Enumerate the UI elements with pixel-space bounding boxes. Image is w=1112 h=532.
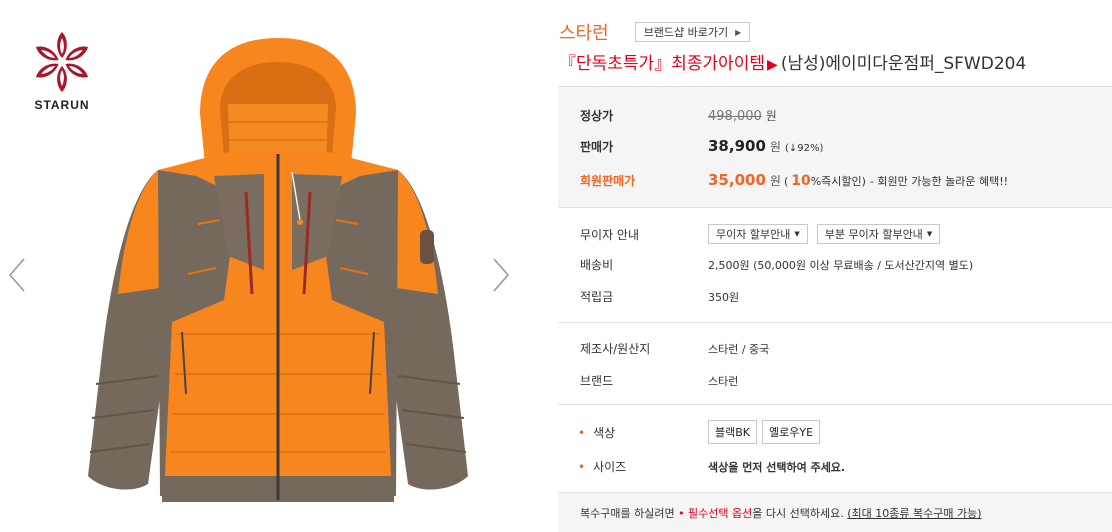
origin-label: 제조사/원산지 bbox=[580, 342, 651, 356]
sale-price-value: 38,900 bbox=[708, 137, 766, 155]
multi-purchase-text: 복수구매를 하실려면 • 필수선택 옵션을 다시 선택하세요. (최대 10종류… bbox=[580, 505, 982, 521]
currency-label: 원 bbox=[765, 109, 777, 123]
currency-label: 원 bbox=[769, 140, 781, 154]
product-title-promo: 『단독초특가』최종가아이템 bbox=[559, 54, 766, 74]
brand-row: 스타런 브랜드샵 바로가기 ▶ bbox=[559, 19, 751, 45]
sale-price-row: 판매가 38,900 원 (↓92%) bbox=[580, 137, 823, 155]
multi-purchase-notice: 복수구매를 하실려면 • 필수선택 옵션을 다시 선택하세요. (최대 10종류… bbox=[558, 492, 1112, 532]
sale-price-label: 판매가 bbox=[580, 140, 614, 154]
member-discount-open: ( bbox=[783, 175, 789, 188]
member-price-label: 회원판매가 bbox=[580, 174, 636, 188]
origin-row: 제조사/원산지 스타런 / 중국 bbox=[580, 340, 769, 357]
bullet-icon: • bbox=[578, 460, 586, 474]
size-option-label-wrap: • 사이즈 bbox=[578, 458, 708, 475]
product-image bbox=[88, 38, 468, 502]
notice-max-limit: (최대 10종류 복수구매 가능) bbox=[847, 507, 982, 520]
chevron-right-icon bbox=[493, 258, 510, 292]
product-gallery: STARUN bbox=[0, 0, 540, 532]
installment-info-label: 무이자 할부안내 bbox=[716, 228, 791, 241]
regular-price-label: 정상가 bbox=[580, 109, 614, 123]
section-divider bbox=[558, 322, 1112, 323]
brand-info-row: 브랜드 스타런 bbox=[580, 372, 738, 389]
installment-label: 무이자 안내 bbox=[580, 227, 640, 242]
regular-price-value: 498,000 bbox=[708, 109, 762, 124]
notice-text-3: 을 다시 선택하세요. bbox=[752, 507, 844, 520]
brand-name-link[interactable]: 스타런 bbox=[559, 19, 609, 45]
chevron-left-icon bbox=[8, 258, 25, 292]
member-benefit-note: - 회원만 가능한 놀라운 혜택!! bbox=[869, 175, 1009, 188]
currency-label: 원 bbox=[769, 174, 781, 188]
brand-info-label: 브랜드 bbox=[580, 374, 614, 388]
color-option-row: • 색상 블랙BK 옐로우YE bbox=[578, 420, 825, 444]
prev-image-button[interactable] bbox=[4, 255, 30, 295]
brand-info-value: 스타런 bbox=[708, 374, 739, 388]
color-option-black[interactable]: 블랙BK bbox=[708, 420, 757, 444]
member-discount-suffix: %즉시할인) bbox=[810, 175, 866, 188]
caret-right-icon: ▶ bbox=[735, 27, 742, 37]
notice-text-1: 복수구매를 하실려면 bbox=[580, 507, 675, 520]
size-option-row: • 사이즈 색상을 먼저 선택하여 주세요. bbox=[578, 458, 846, 475]
regular-price-row: 정상가 498,000 원 bbox=[580, 107, 777, 124]
play-triangle-icon: ▶ bbox=[767, 57, 778, 73]
installment-info-button[interactable]: 무이자 할부안내 ▼ bbox=[708, 224, 808, 244]
product-title-main: (남성)에이미다운점퍼_SFWD204 bbox=[780, 54, 1027, 74]
size-option-label: 사이즈 bbox=[593, 460, 627, 474]
delivery-value: 2,500원 (50,000원 이상 무료배송 / 도서산간지역 별도) bbox=[708, 258, 974, 272]
product-info: 스타런 브랜드샵 바로가기 ▶ 『단독초특가』최종가아이템 ▶ (남성)에이미다운점… bbox=[558, 0, 1112, 532]
partial-installment-button[interactable]: 부분 무이자 할부안내 ▼ bbox=[816, 224, 941, 244]
product-title: 『단독초특가』최종가아이템 ▶ (남성)에이미다운점퍼_SFWD204 bbox=[559, 49, 1026, 74]
points-row: 적립금 350원 bbox=[580, 288, 739, 305]
points-value: 350원 bbox=[708, 290, 740, 304]
brand-shop-button-label: 브랜드샵 바로가기 bbox=[643, 26, 729, 39]
price-box: 정상가 498,000 원 판매가 38,900 원 (↓92%) 회원판매가 … bbox=[558, 86, 1112, 208]
delivery-label: 배송비 bbox=[580, 258, 614, 272]
caret-down-icon: ▼ bbox=[926, 230, 933, 238]
brand-shop-button[interactable]: 브랜드샵 바로가기 ▶ bbox=[634, 22, 751, 42]
caret-down-icon: ▼ bbox=[794, 230, 800, 238]
installment-row: 무이자 안내 무이자 할부안내 ▼ 부분 무이자 할부안내 ▼ bbox=[580, 224, 949, 244]
starun-flower-icon bbox=[36, 32, 88, 92]
color-option-label-wrap: • 색상 bbox=[578, 424, 708, 441]
color-option-yellow[interactable]: 옐로우YE bbox=[762, 420, 821, 444]
next-image-button[interactable] bbox=[488, 255, 514, 295]
member-price-value: 35,000 bbox=[708, 171, 766, 189]
section-divider bbox=[558, 404, 1112, 405]
notice-required-option: • 필수선택 옵션 bbox=[674, 507, 753, 520]
member-discount-pct: 10 bbox=[791, 173, 811, 189]
origin-value: 스타런 / 중국 bbox=[708, 342, 770, 356]
member-price-row: 회원판매가 35,000 원 ( 10 %즉시할인) - 회원만 가능한 놀라운… bbox=[580, 171, 1008, 189]
discount-rate: (↓92%) bbox=[784, 143, 824, 154]
color-option-label: 색상 bbox=[593, 425, 616, 440]
size-option-message: 색상을 먼저 선택하여 주세요. bbox=[708, 460, 846, 474]
delivery-row: 배송비 2,500원 (50,000원 이상 무료배송 / 도서산간지역 별도) bbox=[580, 256, 973, 273]
partial-installment-label: 부분 무이자 할부안내 bbox=[824, 228, 923, 241]
points-label: 적립금 bbox=[580, 290, 614, 304]
bullet-icon: • bbox=[578, 425, 586, 440]
